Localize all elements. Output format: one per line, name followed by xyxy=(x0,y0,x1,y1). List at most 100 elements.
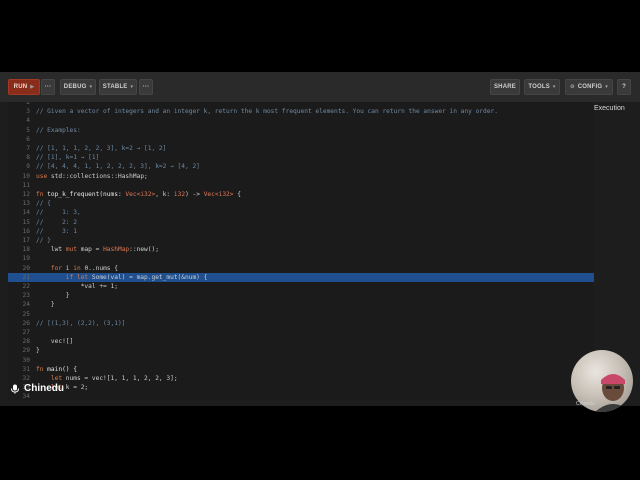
help-button[interactable]: ? xyxy=(617,79,631,95)
code-line[interactable]: 14 // 1: 3, xyxy=(8,208,594,217)
tools-button[interactable]: TOOLS ▾ xyxy=(524,79,560,95)
code-line[interactable]: 13 // { xyxy=(8,199,594,208)
code-editor[interactable]: 2 3 // Given a vector of integers and an i… xyxy=(8,102,594,400)
line-number: 5 xyxy=(26,126,30,134)
code-token: ::new(); xyxy=(129,246,159,254)
code-line[interactable]: 34 xyxy=(8,392,594,400)
code-line[interactable]: 15 // 2: 2 xyxy=(8,218,594,227)
code-token: main() { xyxy=(43,365,77,373)
run-options-button[interactable]: ··· xyxy=(41,79,55,95)
code-line[interactable]: 21 if let Some(val) = map.get_mut(&num) … xyxy=(8,272,594,282)
code-text: // [1, 1, 1, 2, 2, 3], k=2 → [1, 2] xyxy=(36,144,166,153)
line-number: 29 xyxy=(22,347,30,355)
code-token: Vec<i32> xyxy=(125,191,156,198)
run-button[interactable]: RUN ▶ xyxy=(8,79,40,95)
line-number: 14 xyxy=(22,209,30,217)
code-line[interactable]: 19 xyxy=(8,254,594,263)
playground-window: RUN ▶ ··· DEBUG ▾ STABLE ▾ ··· SHARE TOO… xyxy=(0,72,640,406)
code-token: // { xyxy=(36,200,51,208)
code-line[interactable]: 11 xyxy=(8,181,594,190)
code-line[interactable]: 25 xyxy=(8,310,594,319)
code-token: , k: xyxy=(155,191,174,198)
code-line[interactable]: 29} xyxy=(8,346,594,355)
code-line[interactable]: 9 // [4, 4, 4, 1, 1, 2, 2, 2, 3], k=2 → [… xyxy=(8,162,594,171)
line-number: 12 xyxy=(22,191,30,198)
code-line[interactable]: 17 // } xyxy=(8,236,594,245)
code-line[interactable]: 22 *val += 1; xyxy=(8,282,594,291)
code-token: Vec<i32> xyxy=(203,191,234,198)
line-number: 20 xyxy=(22,264,30,272)
code-text: // 3: 1 xyxy=(36,227,77,236)
execution-tab[interactable]: Execution xyxy=(594,103,634,114)
chevron-down-icon: ▾ xyxy=(605,84,608,90)
code-line[interactable]: 24 } xyxy=(8,300,594,309)
code-token: std::collections::HashMap; xyxy=(47,172,148,180)
play-icon: ▶ xyxy=(30,84,35,90)
code-line[interactable]: 27 xyxy=(8,328,594,337)
code-token: let xyxy=(36,375,63,382)
code-token: // 1: 3, xyxy=(36,209,81,217)
line-number: 10 xyxy=(22,172,30,180)
line-number: 24 xyxy=(22,301,30,309)
code-token: *val += 1; xyxy=(36,283,118,290)
code-text: for i in 0..nums { xyxy=(36,264,118,273)
code-token: use xyxy=(36,172,48,180)
code-line[interactable]: 7 // [1, 1, 1, 2, 2, 3], k=2 → [1, 2] xyxy=(8,144,594,153)
code-token: i32 xyxy=(173,191,186,198)
code-text: // 1: 3, xyxy=(36,208,81,217)
code-line[interactable]: 32 let nums = vec![1, 1, 1, 2, 2, 3]; xyxy=(8,374,594,383)
line-number: 15 xyxy=(22,218,30,226)
share-button[interactable]: SHARE xyxy=(490,79,520,95)
code-token: nums = vec![1, 1, 1, 2, 2, 3]; xyxy=(62,375,178,382)
run-label: RUN xyxy=(13,84,28,90)
code-token: top_k_frequent(nums: xyxy=(43,191,126,198)
code-token: } xyxy=(36,347,40,355)
code-line[interactable]: 28 vec![] xyxy=(8,337,594,346)
code-token: // [4, 4, 4, 1, 1, 2, 2, 2, 3], k=2 → [4… xyxy=(36,163,200,171)
code-text: lwt mut map = HashMap::new(); xyxy=(36,245,159,254)
code-token: lwt xyxy=(36,246,66,254)
code-text: } xyxy=(36,300,55,309)
line-number: 21 xyxy=(22,273,30,281)
code-token: // Given a vector of integers and an int… xyxy=(36,108,498,116)
code-line[interactable]: 23 } xyxy=(8,291,594,300)
code-line[interactable]: 33 let k = 2; xyxy=(8,383,594,392)
code-token: // Examples: xyxy=(36,126,81,134)
debug-button[interactable]: DEBUG ▾ xyxy=(60,79,96,95)
stable-label: STABLE xyxy=(102,84,128,90)
code-token: { xyxy=(233,191,241,198)
code-line[interactable]: 5 // Examples: xyxy=(8,126,594,135)
line-number: 4 xyxy=(26,117,30,125)
code-line[interactable]: 31 fn main() { xyxy=(8,365,594,374)
stable-button[interactable]: STABLE ▾ xyxy=(99,79,137,95)
code-text: // Given a vector of integers and an int… xyxy=(36,107,498,116)
code-line[interactable]: 4 xyxy=(8,116,594,125)
code-line[interactable]: 30 xyxy=(8,356,594,365)
line-number: 3 xyxy=(26,108,30,116)
code-line[interactable]: 12 fn top_k_frequent(nums: Vec<i32>, k: i… xyxy=(8,190,594,199)
code-line[interactable]: 3 // Given a vector of integers and an in… xyxy=(8,107,594,116)
code-token: HashMap xyxy=(103,246,130,254)
code-line[interactable]: 20 for i in 0..nums { xyxy=(8,264,594,273)
code-token: if let xyxy=(36,273,89,281)
line-number: 27 xyxy=(22,329,30,336)
code-line[interactable]: 18 lwt mut map = HashMap::new(); xyxy=(8,245,594,254)
code-text: } xyxy=(36,291,70,300)
config-button[interactable]: ⚙ CONFIG ▾ xyxy=(565,79,613,95)
code-line[interactable]: 6 xyxy=(8,135,594,144)
code-token: } xyxy=(36,301,55,309)
code-token: 0..nums { xyxy=(80,264,118,272)
code-text: let nums = vec![1, 1, 1, 2, 2, 3]; xyxy=(36,374,178,383)
tools-label: TOOLS xyxy=(528,84,550,90)
code-line[interactable]: 8 // [1], k=1 → [1] xyxy=(8,153,594,162)
line-number: 23 xyxy=(22,292,30,300)
code-text: // { xyxy=(36,199,51,208)
code-line[interactable]: 16 // 3: 1 xyxy=(8,227,594,236)
code-text: vec![] xyxy=(36,337,73,346)
line-number: 8 xyxy=(26,154,30,162)
code-text: // 2: 2 xyxy=(36,218,77,227)
more-options-button[interactable]: ··· xyxy=(139,79,153,95)
code-line[interactable]: 10 use std::collections::HashMap; xyxy=(8,172,594,181)
code-line[interactable]: 26 // [(1,3), (2,2), (3,1)] xyxy=(8,319,594,328)
code-token: Some(val) = map.get_mut(&num) { xyxy=(88,273,208,281)
